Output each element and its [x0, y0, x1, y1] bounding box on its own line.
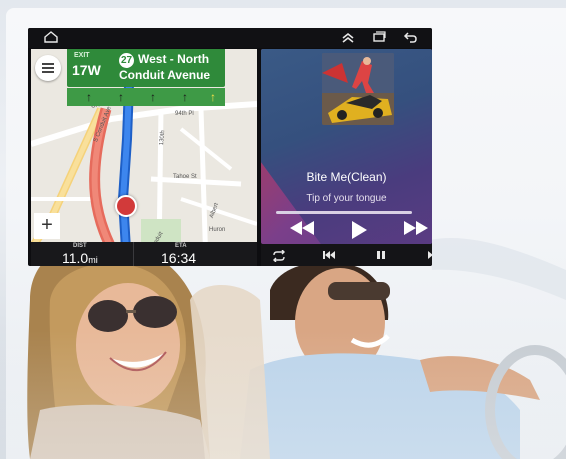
rewind-icon	[290, 221, 314, 235]
arrow-up-icon: ↑	[118, 90, 124, 104]
arrow-up-icon: ↑	[86, 90, 92, 104]
playback-progress-bar[interactable]	[276, 211, 412, 214]
album-art	[322, 53, 394, 125]
fast-forward-icon	[404, 221, 428, 235]
road-label-94th-pl: 94th Pl	[175, 111, 194, 117]
street-name-line1: West - North	[138, 52, 210, 66]
back-icon[interactable]	[402, 31, 418, 45]
exit-label: EXIT	[74, 52, 90, 59]
pause-icon	[377, 251, 385, 259]
recent-apps-icon[interactable]	[371, 31, 387, 45]
zoom-in-button[interactable]: +	[34, 213, 60, 239]
next-track-icon	[428, 251, 432, 259]
previous-track-icon	[323, 251, 335, 259]
arrow-up-icon: ↑	[182, 90, 188, 104]
turn-instruction-banner[interactable]: EXIT 17W 27 West - North Conduit Avenue	[67, 49, 225, 87]
play-button[interactable]	[347, 219, 371, 244]
eta-value: 16:34	[161, 250, 197, 266]
divider	[133, 242, 134, 266]
trip-info-bar: DIST 11.0mi ETA 16:34	[31, 242, 257, 266]
route-badge: 27	[119, 53, 134, 68]
music-player-widget[interactable]: Bite Me(Clean) Tip of your tongue	[261, 49, 432, 244]
hamburger-icon	[42, 63, 54, 65]
repeat-icon	[273, 249, 285, 263]
road-label-tahoe-st: Tahoe St	[173, 174, 197, 180]
street-name-line2: Conduit Avenue	[119, 68, 211, 82]
next-track-button[interactable]	[423, 250, 432, 264]
lane-guidance: ↑ ↑ ↑ ↑ ↑	[67, 88, 225, 106]
menu-button[interactable]	[35, 55, 61, 81]
product-photo: Cross Bay 94th Pl S Conduit Ave 130th Ta…	[0, 0, 566, 459]
distance-unit: mi	[88, 255, 98, 265]
rewind-button[interactable]	[287, 219, 317, 242]
arrow-up-icon: ↑	[150, 90, 156, 104]
status-bar	[28, 28, 432, 48]
arrow-up-icon: ↑	[210, 90, 216, 104]
pause-button[interactable]	[370, 250, 392, 264]
vehicle-position-icon	[115, 195, 137, 217]
road-label-huron: Huron	[209, 227, 226, 233]
home-icon[interactable]	[43, 31, 59, 45]
hamburger-icon-line	[42, 67, 54, 69]
song-title: Bite Me(Clean)	[306, 170, 387, 184]
artist-name: Tip of your tongue	[306, 193, 387, 204]
hamburger-icon-line	[42, 71, 54, 73]
distance-number: 11.0	[62, 250, 89, 266]
eta-label: ETA	[175, 243, 187, 249]
distance-value: 11.0mi	[62, 250, 98, 266]
play-icon	[352, 221, 367, 239]
exit-number: 17W	[72, 62, 101, 78]
chevron-up-icon[interactable]	[340, 31, 356, 45]
repeat-button[interactable]	[268, 249, 290, 264]
navigation-map[interactable]: Cross Bay 94th Pl S Conduit Ave 130th Ta…	[31, 49, 257, 266]
head-unit-screen: Cross Bay 94th Pl S Conduit Ave 130th Ta…	[28, 28, 432, 266]
previous-track-button[interactable]	[318, 250, 340, 264]
distance-label: DIST	[73, 243, 87, 249]
fast-forward-button[interactable]	[401, 219, 431, 242]
